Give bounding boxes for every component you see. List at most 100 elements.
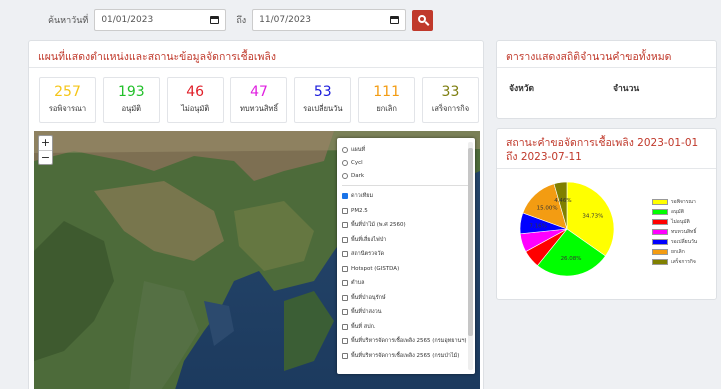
pie-chart-area: 34.73% 26.08% 7.16% 15.00% 4.46% รอพิจารณา อน… (497, 171, 718, 299)
radio-icon[interactable] (342, 159, 348, 166)
legend-label: รอเปลี่ยนวัน (671, 239, 698, 245)
start-date-input[interactable]: 01/01/2023 (94, 9, 227, 31)
base-layer-option[interactable]: แผนที่ (342, 143, 471, 156)
legend-item[interactable]: ทบทวนสิทธิ์ (652, 227, 697, 237)
pie-legend: รอพิจารณาอนุมัติไม่อนุมัติทบทวนสิทธิ์รอเ… (652, 197, 697, 267)
search-button[interactable] (412, 9, 434, 31)
search-icon (417, 15, 426, 23)
legend-item[interactable]: ไม่อนุมัติ (652, 217, 697, 227)
calendar-icon[interactable] (210, 16, 220, 24)
stats-panel-title: ตารางแสดงสถิติจำนวนคำขอทั้งหมด (497, 41, 716, 68)
stats-table-header: จังหวัด จำนวน (509, 81, 704, 95)
pie-slice-label: 15.00% (537, 206, 558, 212)
checkbox-icon[interactable] (342, 309, 348, 316)
zoom-control: + − (38, 135, 53, 165)
status-tile[interactable]: 46 ไม่อนุมัติ (166, 77, 224, 123)
legend-item[interactable]: รอเปลี่ยนวัน (652, 237, 697, 247)
checkbox-icon[interactable] (342, 251, 348, 258)
radio-icon[interactable] (342, 172, 348, 179)
layer-scrollbar-thumb[interactable] (468, 148, 473, 336)
base-layer-label: Dark (351, 172, 365, 179)
overlay-layer-option[interactable]: พื้นที่ สปก. (342, 320, 471, 335)
zoom-in-button[interactable]: + (39, 136, 52, 150)
status-label: ยกเลิก (376, 104, 397, 113)
legend-swatch (652, 249, 668, 255)
pie-slice-label: 4.46% (554, 198, 571, 204)
overlay-layer-option[interactable]: สถานีตรวจวัด (342, 247, 471, 262)
status-tile[interactable]: 111 ยกเลิก (358, 77, 416, 123)
overlay-layer-option[interactable]: พื้นที่ป่าไม้ (พ.ศ 2560) (342, 218, 471, 233)
overlay-layer-option[interactable]: พื้นที่ป่าสงวน (342, 305, 471, 320)
overlay-layer-option[interactable]: ตำบล (342, 276, 471, 291)
status-tile[interactable]: 53 รอเปลี่ยนวัน (294, 77, 352, 123)
radio-icon[interactable] (342, 146, 348, 153)
status-tile[interactable]: 47 ทบทวนสิทธิ์ (230, 77, 288, 123)
checkbox-icon[interactable] (342, 265, 348, 272)
status-count: 46 (186, 84, 205, 100)
legend-swatch (652, 209, 668, 215)
overlay-layer-option[interactable]: PM2.5 (342, 204, 471, 219)
status-label: รอพิจารณา (48, 104, 87, 113)
overlay-layer-option[interactable]: ดาวเทียม (342, 189, 471, 204)
layer-control: แผนที่ Cycl Dark ดาวเทียม PM2.5 พื้นที่ป่าไม… (337, 138, 475, 374)
legend-label: รอพิจารณา (671, 199, 696, 205)
legend-label: ทบทวนสิทธิ์ (671, 229, 697, 235)
status-label: ไม่อนุมัติ (181, 104, 210, 113)
status-label: ทบทวนสิทธิ์ (239, 104, 279, 113)
legend-label: ไม่อนุมัติ (671, 219, 690, 225)
overlay-layer-label: พื้นที่บริหารจัดการเชื้อเพลิง 2565 (กรมป… (351, 352, 460, 359)
layer-divider (342, 185, 471, 186)
checkbox-icon[interactable] (342, 280, 348, 287)
base-layer-label: Cycl (351, 159, 363, 166)
start-date-value: 01/01/2023 (101, 15, 154, 25)
overlay-layer-label: พื้นที่ป่าไม้ (พ.ศ 2560) (351, 222, 406, 229)
overlay-layer-option[interactable]: พื้นที่บริหารจัดการเชื้อเพลิง 2565 (กรมป… (342, 349, 471, 364)
status-count: 53 (313, 84, 332, 100)
status-count: 47 (250, 84, 268, 100)
legend-item[interactable]: อนุมัติ (652, 207, 697, 217)
checkbox-icon[interactable] (342, 294, 348, 301)
status-tile[interactable]: 193 อนุมัติ (102, 77, 160, 123)
to-label: ถึง (236, 16, 247, 26)
checkbox-icon[interactable] (342, 236, 348, 243)
status-tiles: 257 รอพิจารณา 193 อนุมัติ 46 ไม่อนุมัติ 47 ทบทว… (39, 77, 479, 125)
overlay-layer-option[interactable]: พื้นที่บริหารจัดการเชื้อเพลิง 2565 (กรมอ… (342, 334, 471, 349)
checkbox-icon[interactable] (342, 338, 348, 345)
column-count: จำนวน (613, 84, 640, 94)
legend-label: อนุมัติ (671, 209, 684, 215)
overlay-layer-option[interactable]: พื้นที่ป่าอนุรักษ์ (342, 291, 471, 306)
pie-chart: 34.73% 26.08% 7.16% 15.00% 4.46% (519, 181, 615, 277)
status-tile[interactable]: 33 เสร็จการกิจ (421, 77, 479, 123)
legend-item[interactable]: ยกเลิก (652, 247, 697, 257)
overlay-layer-option[interactable]: พื้นที่เสี่ยงไฟป่า (342, 233, 471, 248)
overlay-layer-label: ตำบล (351, 280, 365, 287)
checkbox-icon[interactable] (342, 352, 348, 359)
legend-swatch (652, 259, 668, 265)
checkbox-icon[interactable] (342, 207, 348, 214)
overlay-layer-label: Hotspot (GISTDA) (351, 265, 400, 272)
status-count: 33 (441, 84, 460, 100)
base-layer-option[interactable]: Cycl (342, 156, 471, 169)
status-label: เสร็จการกิจ (431, 104, 470, 113)
zoom-out-button[interactable]: − (39, 150, 52, 164)
legend-label: ยกเลิก (671, 249, 685, 255)
pie-slice-label: 34.73% (582, 214, 603, 220)
status-count: 111 (373, 84, 400, 100)
stats-panel: ตารางแสดงสถิติจำนวนคำขอทั้งหมด จังหวัด จ… (496, 40, 717, 119)
map-panel-title: แผนที่แสดงตำแหน่งและสถานะข้อมูลจัดการเชื… (29, 41, 483, 68)
column-province: จังหวัด (509, 84, 535, 94)
legend-item[interactable]: รอพิจารณา (652, 197, 697, 207)
status-tile[interactable]: 257 รอพิจารณา (39, 77, 96, 123)
map-view[interactable]: + − แผนที่ Cycl Dark ดาวเทียม PM2.5 พื้นที่ป… (34, 131, 480, 389)
checkbox-icon[interactable] (342, 323, 348, 330)
legend-item[interactable]: เสร็จการกิจ (652, 257, 697, 267)
overlay-layer-option[interactable]: Hotspot (GISTDA) (342, 262, 471, 277)
checkbox-icon[interactable] (342, 193, 348, 200)
legend-swatch (652, 239, 668, 245)
end-date-input[interactable]: 11/07/2023 (252, 9, 407, 31)
base-layer-option[interactable]: Dark (342, 169, 471, 182)
checkbox-icon[interactable] (342, 222, 348, 229)
calendar-icon[interactable] (390, 16, 400, 24)
legend-swatch (652, 219, 668, 225)
pie-panel: สถานะคำขอจัดการเชื้อเพลิง 2023-01-01 ถึง… (496, 128, 717, 300)
